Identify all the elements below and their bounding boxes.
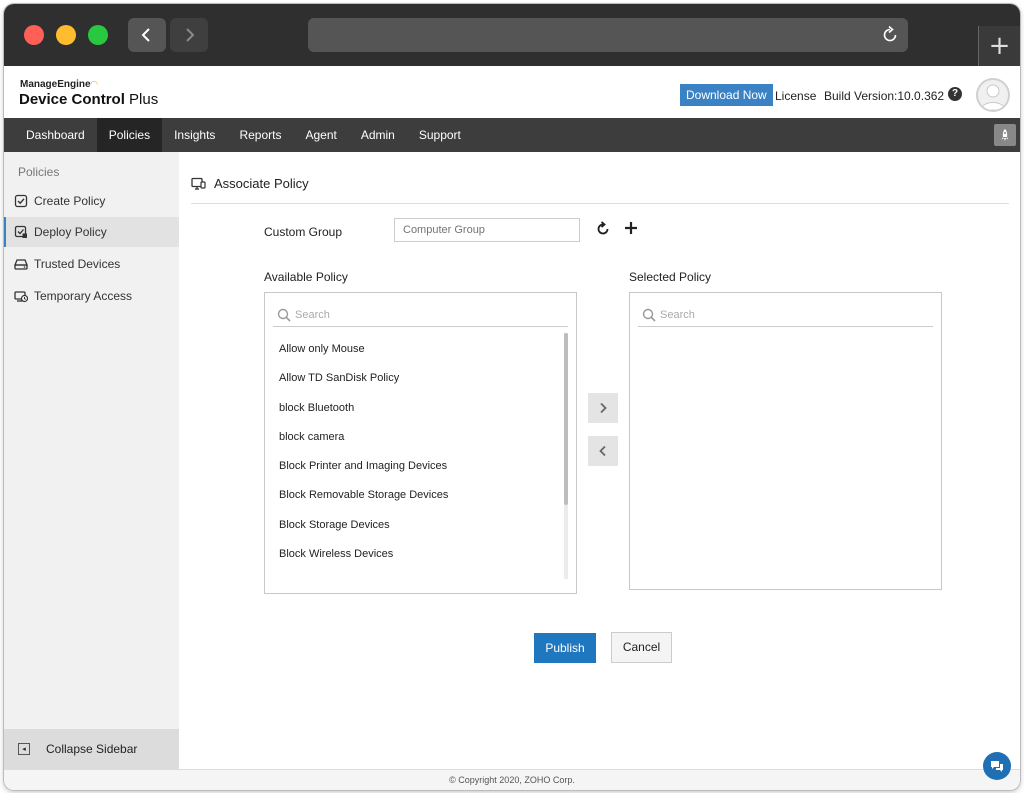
nav-insights[interactable]: Insights <box>162 118 227 152</box>
list-item[interactable]: block Bluetooth <box>279 396 448 425</box>
sidebar-item-label: Create Policy <box>34 194 106 208</box>
move-right-button[interactable] <box>588 393 618 423</box>
available-policy-label: Available Policy <box>264 270 348 284</box>
browser-window: + ManageEngine◠ Device Control Plus Down… <box>4 4 1020 790</box>
app-header: ManageEngine◠ Device Control Plus Downlo… <box>4 66 1020 118</box>
collapse-icon: ◂ <box>18 743 30 755</box>
address-bar[interactable] <box>308 18 908 52</box>
search-placeholder: Search <box>660 308 695 321</box>
chevron-right-icon <box>186 28 195 42</box>
policy-list: Allow only Mouse Allow TD SanDisk Policy… <box>279 337 448 571</box>
build-version: Build Version:10.0.362 <box>824 89 945 103</box>
page-title: Associate Policy <box>191 176 309 191</box>
deploy-icon <box>14 225 27 238</box>
computer-group-input[interactable] <box>394 218 580 242</box>
collapse-sidebar-label: Collapse Sidebar <box>46 742 138 756</box>
search-icon <box>642 308 656 322</box>
chevron-left-icon <box>141 28 150 42</box>
sidebar-item-temporary-access[interactable]: Temporary Access <box>4 281 179 311</box>
list-item[interactable]: Allow TD SanDisk Policy <box>279 366 448 395</box>
add-icon[interactable] <box>623 220 639 236</box>
close-window-button[interactable] <box>24 25 44 45</box>
brand-top: ManageEngine◠ <box>20 79 98 90</box>
available-search-input[interactable]: Search <box>273 303 568 327</box>
download-now-button[interactable]: Download Now <box>680 84 773 106</box>
page-title-text: Associate Policy <box>214 176 309 191</box>
selected-search-input[interactable]: Search <box>638 303 933 327</box>
browser-toolbar: + <box>4 4 1020 66</box>
license-link[interactable]: License <box>775 89 816 103</box>
selected-policy-label: Selected Policy <box>629 270 712 284</box>
drive-icon <box>14 259 28 270</box>
user-avatar[interactable] <box>976 78 1010 112</box>
rocket-icon[interactable] <box>994 124 1016 146</box>
sidebar-item-label: Trusted Devices <box>34 257 121 271</box>
nav-policies[interactable]: Policies <box>96 118 163 152</box>
associate-policy-icon <box>191 177 206 190</box>
brand-plus-text: Plus <box>124 91 159 108</box>
nav-agent[interactable]: Agent <box>293 118 348 152</box>
title-divider <box>191 203 1009 204</box>
collapse-sidebar-button[interactable]: ◂ Collapse Sidebar <box>4 729 179 769</box>
user-icon <box>980 84 1006 110</box>
shield-check-icon <box>14 194 28 208</box>
chat-button[interactable] <box>983 752 1011 780</box>
chat-icon <box>991 761 1003 772</box>
brand-top-text: ManageEngine <box>20 79 91 90</box>
new-tab-button[interactable]: + <box>978 26 1020 66</box>
brand-swoosh-icon: ◠ <box>90 79 98 89</box>
sidebar: Policies Create Policy Deploy Policy Tru… <box>4 152 179 769</box>
product-logo[interactable]: Device Control Plus <box>19 91 158 108</box>
publish-button[interactable]: Publish <box>534 633 596 663</box>
search-placeholder: Search <box>295 308 330 321</box>
scrollbar-thumb[interactable] <box>564 333 568 505</box>
main-content: Associate Policy Custom Group Available … <box>179 152 1020 769</box>
forward-button[interactable] <box>170 18 208 52</box>
cancel-button[interactable]: Cancel <box>611 632 672 663</box>
sidebar-title: Policies <box>18 165 60 179</box>
nav-reports[interactable]: Reports <box>227 118 293 152</box>
list-item[interactable]: Allow only Mouse <box>279 337 448 366</box>
search-icon <box>277 308 291 322</box>
available-policy-list: Search Allow only Mouse Allow TD SanDisk… <box>264 292 577 594</box>
nav-support[interactable]: Support <box>407 118 473 152</box>
sidebar-item-trusted-devices[interactable]: Trusted Devices <box>4 249 179 279</box>
back-button[interactable] <box>128 18 166 52</box>
list-item[interactable]: Block Printer and Imaging Devices <box>279 454 448 483</box>
sidebar-item-label: Deploy Policy <box>34 225 107 239</box>
minimize-window-button[interactable] <box>56 25 76 45</box>
temporary-access-icon <box>14 291 28 303</box>
help-icon[interactable]: ? <box>948 87 962 101</box>
list-item[interactable]: Block Removable Storage Devices <box>279 483 448 512</box>
chevron-right-icon <box>600 402 607 414</box>
sidebar-item-create-policy[interactable]: Create Policy <box>4 186 179 216</box>
sidebar-item-label: Temporary Access <box>34 289 133 303</box>
zoom-window-button[interactable] <box>88 25 108 45</box>
nav-admin[interactable]: Admin <box>349 118 407 152</box>
reload-icon[interactable] <box>880 25 900 45</box>
selected-policy-list: Search <box>629 292 942 590</box>
refresh-icon[interactable] <box>595 221 611 237</box>
chevron-left-icon <box>599 445 606 457</box>
brand-main-text: Device Control <box>19 91 125 108</box>
nav-dashboard[interactable]: Dashboard <box>4 118 97 152</box>
sidebar-item-deploy-policy[interactable]: Deploy Policy <box>4 217 179 247</box>
move-left-button[interactable] <box>588 436 618 466</box>
custom-group-label: Custom Group <box>264 225 343 239</box>
footer-copyright: © Copyright 2020, ZOHO Corp. <box>4 769 1020 790</box>
main-navigation: Dashboard Policies Insights Reports Agen… <box>4 118 1020 152</box>
list-item[interactable]: block camera <box>279 425 448 454</box>
list-item[interactable]: Block Storage Devices <box>279 513 448 542</box>
list-item[interactable]: Block Wireless Devices <box>279 542 448 571</box>
